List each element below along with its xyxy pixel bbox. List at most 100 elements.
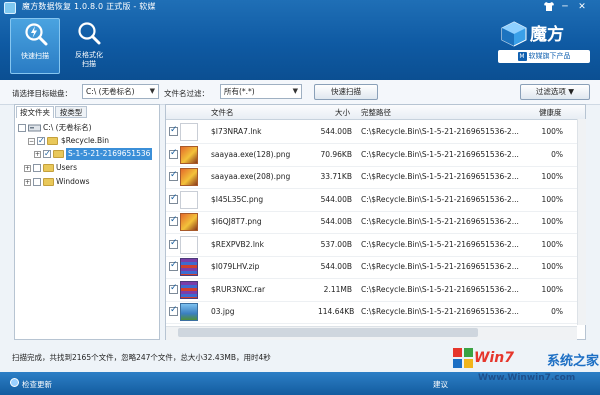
filter-label: 文件名过滤： <box>164 89 209 98</box>
tab-by-type[interactable]: 按类型 <box>55 106 87 118</box>
tree-checkbox[interactable] <box>18 124 26 132</box>
file-size-cell: 544.00B <box>320 195 352 204</box>
search-icon <box>78 22 101 45</box>
row-checkbox[interactable] <box>169 260 178 271</box>
folder-icon <box>47 137 58 145</box>
column-header-size[interactable]: 大小 <box>335 107 350 118</box>
row-checkbox[interactable] <box>169 125 178 136</box>
health-cell: 100% <box>541 285 563 294</box>
vertical-scrollbar[interactable] <box>577 119 586 325</box>
expand-icon[interactable]: + <box>34 151 41 158</box>
png-file-icon <box>180 146 198 164</box>
filter-select-value: 所有(*.*) <box>224 87 255 96</box>
brand-name: 魔方 <box>530 25 564 45</box>
watermark-win7: Win7 <box>474 350 514 366</box>
row-checkbox[interactable] <box>169 283 178 294</box>
tree-node-label: Windows <box>56 177 90 186</box>
file-size-cell: 544.00B <box>320 262 352 271</box>
tree-node-label: C:\ (无卷标名) <box>43 123 92 132</box>
close-icon[interactable]: ✕ <box>575 1 589 13</box>
watermark-url: Www.Winwin7.com <box>478 373 576 383</box>
check-update-link[interactable]: 检查更新 <box>22 379 52 390</box>
lnk-file-icon <box>180 123 198 141</box>
quick-scan-filter-button[interactable]: 快速扫描 <box>314 84 378 100</box>
lnk-file-icon <box>180 191 198 209</box>
format-scan-button[interactable]: 反格式化 扫描 <box>64 18 114 74</box>
rar-file-icon <box>180 281 198 299</box>
search-lightning-icon <box>25 23 48 46</box>
drive-select-value: C:\ (无卷标名) <box>86 87 135 96</box>
file-path-cell: C:\$Recycle.Bin\S-1-5-21-2169651536-2... <box>361 307 519 316</box>
shirt-icon[interactable] <box>542 1 556 13</box>
chevron-down-icon: ▼ <box>292 87 298 95</box>
file-size-cell: 2.11MB <box>323 285 352 294</box>
format-scan-label: 反格式化 扫描 <box>64 51 114 69</box>
file-size-cell: 544.00B <box>320 127 352 136</box>
row-checkbox[interactable] <box>169 170 178 181</box>
tree-checkbox[interactable] <box>33 178 41 186</box>
lnk-file-icon <box>180 236 198 254</box>
file-path-cell: C:\$Recycle.Bin\S-1-5-21-2169651536-2... <box>361 172 519 181</box>
tree-checkbox[interactable] <box>37 135 45 147</box>
file-name-cell: $I73NRA7.lnk <box>211 127 262 136</box>
file-path-cell: C:\$Recycle.Bin\S-1-5-21-2169651536-2... <box>361 217 519 226</box>
health-cell: 0% <box>551 150 563 159</box>
quick-scan-button[interactable]: 快速扫描 <box>10 18 60 74</box>
row-checkbox[interactable] <box>169 238 178 249</box>
file-path-cell: C:\$Recycle.Bin\S-1-5-21-2169651536-2... <box>361 240 519 249</box>
tab-by-folder[interactable]: 按文件夹 <box>16 106 54 118</box>
column-header-path[interactable]: 完整路径 <box>361 107 391 118</box>
health-cell: 100% <box>541 195 563 204</box>
format-scan-label-line1: 反格式化 <box>75 51 103 59</box>
feedback-link[interactable]: 建议 <box>433 379 448 390</box>
drive-label: 请选择目标磁盘： <box>12 89 72 98</box>
file-size-cell: 70.96KB <box>320 150 352 159</box>
horizontal-scroll-thumb[interactable] <box>178 328 478 337</box>
folder-icon <box>53 150 64 158</box>
file-path-cell: C:\$Recycle.Bin\S-1-5-21-2169651536-2... <box>361 285 519 294</box>
health-cell: 100% <box>541 127 563 136</box>
file-size-cell: 544.00B <box>320 217 352 226</box>
file-path-cell: C:\$Recycle.Bin\S-1-5-21-2169651536-2... <box>361 262 519 271</box>
status-text: 扫描完成，共找到2165个文件，忽略247个文件，总大小32.43MB，用时4秒 <box>12 353 271 362</box>
expand-icon[interactable]: + <box>24 179 31 186</box>
row-checkbox[interactable] <box>169 193 178 204</box>
chevron-down-icon: ▼ <box>149 87 155 95</box>
m-logo-icon: M <box>517 51 527 61</box>
health-cell: 100% <box>541 262 563 271</box>
folder-icon <box>43 164 54 172</box>
row-checkbox[interactable] <box>169 215 178 226</box>
file-name-cell: $REXPVB2.lnk <box>211 240 264 249</box>
file-name-cell: saayaa.exe(128).png <box>211 150 291 159</box>
minimize-icon[interactable]: ─ <box>558 1 572 13</box>
health-cell: 100% <box>541 240 563 249</box>
expand-icon[interactable]: + <box>24 165 31 172</box>
update-icon <box>10 378 19 387</box>
filter-select[interactable]: 所有(*.*) ▼ <box>220 84 302 99</box>
png-file-icon <box>180 213 198 231</box>
format-scan-label-line2: 扫描 <box>82 60 96 68</box>
tree-checkbox[interactable] <box>43 148 51 160</box>
drive-icon <box>28 124 41 132</box>
file-path-cell: C:\$Recycle.Bin\S-1-5-21-2169651536-2... <box>361 127 519 136</box>
zip-file-icon <box>180 258 198 276</box>
chevron-down-icon: ▼ <box>568 87 575 96</box>
row-checkbox[interactable] <box>169 305 178 316</box>
tree-checkbox[interactable] <box>33 164 41 172</box>
brand-subtitle-text: 软媒旗下产品 <box>528 52 571 60</box>
drive-select[interactable]: C:\ (无卷标名) ▼ <box>82 84 159 99</box>
filter-options-button[interactable]: 过滤选项 ▼ <box>520 84 590 100</box>
file-path-cell: C:\$Recycle.Bin\S-1-5-21-2169651536-2... <box>361 195 519 204</box>
file-size-cell: 33.71KB <box>320 172 352 181</box>
collapse-icon[interactable]: − <box>28 138 35 145</box>
column-header-health[interactable]: 健康度 <box>539 107 562 118</box>
tree-node-label: S-1-5-21-2169651536 <box>66 148 153 160</box>
folder-icon <box>43 178 54 186</box>
row-checkbox[interactable] <box>169 148 178 159</box>
health-cell: 100% <box>541 217 563 226</box>
column-header-name[interactable]: 文件名 <box>211 107 234 118</box>
jpg-file-icon <box>180 303 198 321</box>
file-name-cell: 03.jpg <box>211 307 235 316</box>
file-name-cell: $I6QJ8T7.png <box>211 217 262 226</box>
windows-logo-icon <box>453 348 473 368</box>
